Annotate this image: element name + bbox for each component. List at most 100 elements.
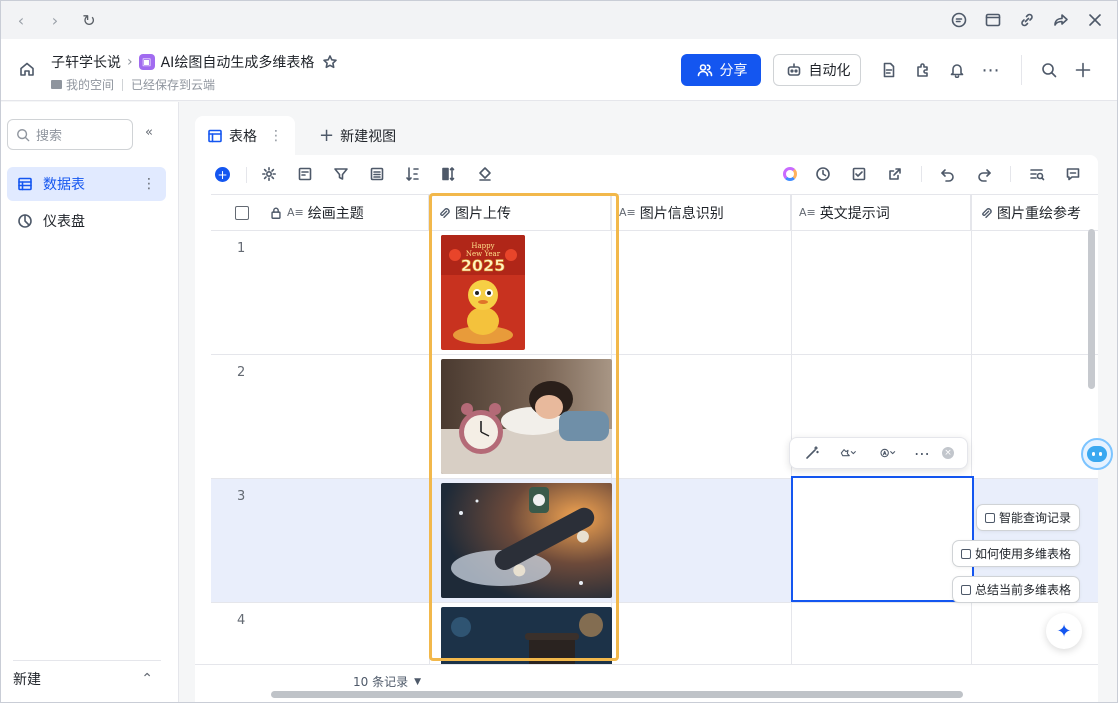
- image-thumbnail-sleeping-girl[interactable]: [441, 359, 612, 474]
- ai-text-dropdown-icon[interactable]: [874, 443, 902, 463]
- close-circle-icon[interactable]: ×: [942, 447, 954, 459]
- add-record-button[interactable]: +: [215, 167, 230, 182]
- checklist-icon[interactable]: [849, 164, 869, 184]
- row-number: 4: [237, 613, 246, 628]
- comment-icon[interactable]: [949, 10, 969, 30]
- automation-button[interactable]: 自动化: [773, 54, 861, 86]
- ai-pill-smart-query[interactable]: 智能查询记录: [976, 504, 1081, 531]
- new-view-label: 新建视图: [340, 128, 397, 145]
- column-header-english-prompt[interactable]: A≡ 英文提示词: [791, 195, 971, 231]
- column-header-image-upload[interactable]: 图片上传: [429, 195, 611, 231]
- select-all-checkbox-cell: [211, 195, 261, 231]
- more-vertical-icon[interactable]: ⋮: [142, 176, 156, 192]
- forward-icon[interactable]: ›: [47, 11, 63, 30]
- chevron-right-icon: ›: [127, 54, 133, 70]
- column-label: 图片重绘参考: [997, 205, 1081, 222]
- column-header-redraw-reference[interactable]: 图片重绘参考: [971, 195, 1098, 231]
- ai-pill-how-to-use[interactable]: 如何使用多维表格: [952, 540, 1081, 567]
- users-icon: [695, 60, 715, 80]
- bell-icon[interactable]: [947, 60, 967, 80]
- workspace-link[interactable]: 子轩学长说: [51, 52, 121, 72]
- window-icon[interactable]: [983, 10, 1003, 30]
- select-all-checkbox[interactable]: [235, 205, 249, 220]
- chevron-up-icon[interactable]: ⌃: [141, 671, 153, 687]
- record-count-label: 10 条记录: [353, 675, 409, 689]
- row-number: 2: [237, 365, 246, 380]
- ai-sparkle-button[interactable]: ✦: [1046, 613, 1082, 649]
- search-icon: [16, 128, 30, 142]
- folder-label: 我的空间: [66, 78, 115, 92]
- column-label: 图片上传: [455, 205, 511, 222]
- divider: [921, 166, 922, 182]
- database-icon: [985, 512, 995, 523]
- document-icon[interactable]: [879, 60, 899, 80]
- doc-title[interactable]: AI绘图自动生成多维表格: [161, 52, 315, 72]
- ai-assistant-icon[interactable]: [783, 167, 797, 181]
- back-icon[interactable]: ‹: [13, 11, 29, 30]
- image-thumbnail-new-year[interactable]: Happy New Year 2025: [441, 235, 525, 350]
- save-status: 已经保存到云端: [131, 78, 216, 92]
- divider: [1010, 166, 1011, 182]
- image-thumbnail-coffee[interactable]: [441, 607, 612, 667]
- ai-pill-summarize[interactable]: 总结当前多维表格: [952, 576, 1081, 603]
- main-area: 表格 ⋮ + 新建视图 + A≡ 绘画主题 图片上传 A≡ 图片信息识别 A≡ …: [195, 113, 1098, 702]
- more-icon[interactable]: ⋯: [981, 60, 1001, 81]
- ai-pill-label: 总结当前多维表格: [975, 583, 1072, 597]
- close-icon[interactable]: [1085, 10, 1105, 30]
- tab-grid[interactable]: 表格 ⋮: [195, 116, 295, 155]
- new-label: 新建: [13, 672, 41, 688]
- doc-header: 子轩学长说 › ▣ AI绘图自动生成多维表格 我的空间 已经保存到云端 分享 自…: [1, 39, 1117, 101]
- more-vertical-icon[interactable]: ⋮: [269, 128, 283, 144]
- magic-wand-icon[interactable]: [802, 443, 822, 463]
- row-number: 1: [237, 241, 246, 256]
- divider: [122, 78, 124, 91]
- search-input[interactable]: 搜索: [7, 119, 133, 150]
- sort-icon[interactable]: [403, 164, 423, 184]
- history-icon[interactable]: [813, 164, 833, 184]
- column-header-image-recognition[interactable]: A≡ 图片信息识别: [611, 195, 791, 231]
- vertical-scrollbar[interactable]: [1088, 229, 1095, 389]
- table-row[interactable]: 1: [211, 231, 1098, 355]
- record-count[interactable]: 10 条记录 ▼: [353, 673, 421, 690]
- attachment-icon: [979, 203, 993, 223]
- sidebar-new[interactable]: 新建 ⌃: [13, 660, 161, 689]
- plus-icon[interactable]: [1073, 60, 1093, 80]
- active-cell-english-prompt[interactable]: [791, 476, 974, 602]
- home-icon[interactable]: [17, 59, 37, 79]
- sidebar-item-dashboard[interactable]: 仪表盘: [7, 204, 166, 238]
- folder-link[interactable]: 我的空间: [51, 76, 114, 93]
- redo-icon[interactable]: [974, 164, 994, 184]
- undo-icon[interactable]: [938, 164, 958, 184]
- text-field-icon: A≡: [287, 206, 304, 219]
- collapse-sidebar-icon[interactable]: «: [145, 125, 153, 140]
- folder-icon: [51, 80, 62, 89]
- group-icon[interactable]: [367, 164, 387, 184]
- share-arrow-icon[interactable]: [1051, 10, 1071, 30]
- sidebar-item-datasheet[interactable]: 数据表 ⋮: [7, 167, 166, 201]
- export-icon[interactable]: [885, 164, 905, 184]
- image-thumbnail-skateboard[interactable]: [441, 483, 612, 598]
- share-button[interactable]: 分享: [681, 54, 761, 86]
- refresh-icon[interactable]: ↻: [81, 11, 97, 30]
- find-icon[interactable]: [1027, 164, 1047, 184]
- table-icon: [15, 174, 35, 194]
- search-placeholder: 搜索: [36, 129, 63, 144]
- fill-color-icon[interactable]: [475, 164, 495, 184]
- filter-icon[interactable]: [331, 164, 351, 184]
- dashboard-icon: [15, 211, 35, 231]
- row-height-icon[interactable]: [439, 164, 459, 184]
- column-header-theme[interactable]: A≡ 绘画主题: [261, 195, 429, 231]
- more-icon[interactable]: ⋯: [914, 444, 930, 463]
- settings-icon[interactable]: [259, 164, 279, 184]
- star-icon[interactable]: [320, 52, 340, 72]
- comment-icon[interactable]: [1063, 164, 1083, 184]
- assistant-bot-icon[interactable]: [1081, 438, 1113, 470]
- plugin-icon[interactable]: [913, 60, 933, 80]
- search-icon[interactable]: [1039, 60, 1059, 80]
- ai-generate-dropdown-icon[interactable]: [834, 443, 862, 463]
- new-view-button[interactable]: + 新建视图: [307, 116, 408, 155]
- bitable-icon: ▣: [138, 54, 155, 70]
- field-config-icon[interactable]: [295, 164, 315, 184]
- link-icon[interactable]: [1017, 10, 1037, 30]
- horizontal-scrollbar[interactable]: [271, 691, 963, 698]
